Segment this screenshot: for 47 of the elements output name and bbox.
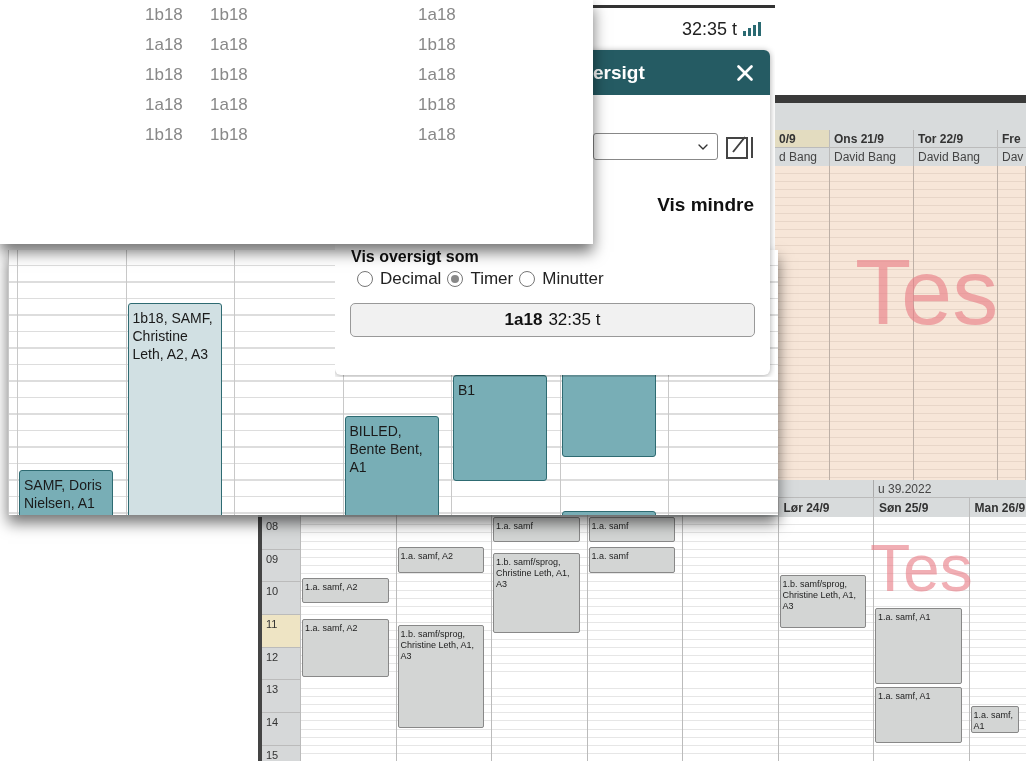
- class-name: 1a18: [504, 310, 543, 330]
- class-code: 1a18: [145, 94, 184, 116]
- day-header: Tor 22/9: [914, 130, 998, 148]
- calendar-event[interactable]: 1.a. samf: [588, 547, 675, 573]
- calendar-event[interactable]: 1.a. samf, A2: [302, 578, 389, 603]
- dialog-title: ersigt: [593, 61, 645, 84]
- calendar-event[interactable]: 1.a. samf, A2: [302, 619, 389, 677]
- calendar-event[interactable]: 1.b. samf/sprog, Christine Leth, A1, A3: [397, 625, 484, 728]
- calendar-event[interactable]: 1.a. samf, A1: [875, 687, 962, 743]
- class-code: 1b18: [145, 124, 184, 146]
- total-hours: 32:35 t: [681, 18, 737, 40]
- calendar-event[interactable]: 1.a. samf, A1: [970, 706, 1019, 733]
- class-code: 1b18: [145, 64, 184, 86]
- class-code: 1a18: [418, 124, 457, 146]
- calendar-event[interactable]: BILLED, Bente Bent, A1: [344, 416, 439, 515]
- class-code: 1a18: [210, 94, 249, 116]
- class-code: 1a18: [418, 4, 457, 26]
- calendar-event[interactable]: 1.a. samf: [493, 517, 580, 542]
- watermark-text: Tes: [855, 246, 999, 338]
- radio-option[interactable]: Timer: [447, 269, 514, 289]
- calendar-event[interactable]: 1.b. samf/sprog, Christine Leth, A1, A3: [493, 553, 580, 633]
- day-header: Ons 21/9: [830, 130, 914, 148]
- calendar-event[interactable]: SAMF, Doris Nielsen, A1: [19, 470, 113, 515]
- day-header: 0/9: [775, 130, 830, 148]
- class-code: 1a18: [145, 34, 184, 56]
- class-code: 1b18: [418, 34, 457, 56]
- dropdown-field[interactable]: [593, 133, 718, 160]
- radio-option[interactable]: Decimal: [357, 269, 442, 289]
- class-code: 1a18: [210, 34, 249, 56]
- calendar-event[interactable]: 1.a. samf, A1: [875, 608, 962, 684]
- show-less-link[interactable]: Vis mindre: [657, 194, 754, 216]
- calendar-event[interactable]: 1.b. samf/sprog, Christine Leth, A1, A3: [779, 575, 866, 628]
- calendar-event[interactable]: 1.a. samf: [588, 517, 675, 542]
- calendar-event[interactable]: 1b18, SAMF, Christine Leth, A2, A3: [127, 303, 222, 515]
- class-code: 1a18: [418, 64, 457, 86]
- bar-chart-icon: [743, 22, 761, 36]
- format-label: Vis oversigt som: [351, 248, 480, 266]
- radio-option[interactable]: Minutter: [519, 269, 604, 289]
- class-code: 1b18: [210, 4, 249, 26]
- class-code: 1b18: [210, 64, 249, 86]
- class-code: 1b18: [210, 124, 249, 146]
- class-code: 1b18: [418, 94, 457, 116]
- calendar-event[interactable]: 1.a. samf, A2: [397, 547, 484, 573]
- class-code: 1b18: [145, 4, 184, 26]
- hour-label: 11: [262, 615, 300, 648]
- class-hours: 32:35 t: [548, 310, 601, 330]
- calendar-event[interactable]: B1: [453, 375, 547, 481]
